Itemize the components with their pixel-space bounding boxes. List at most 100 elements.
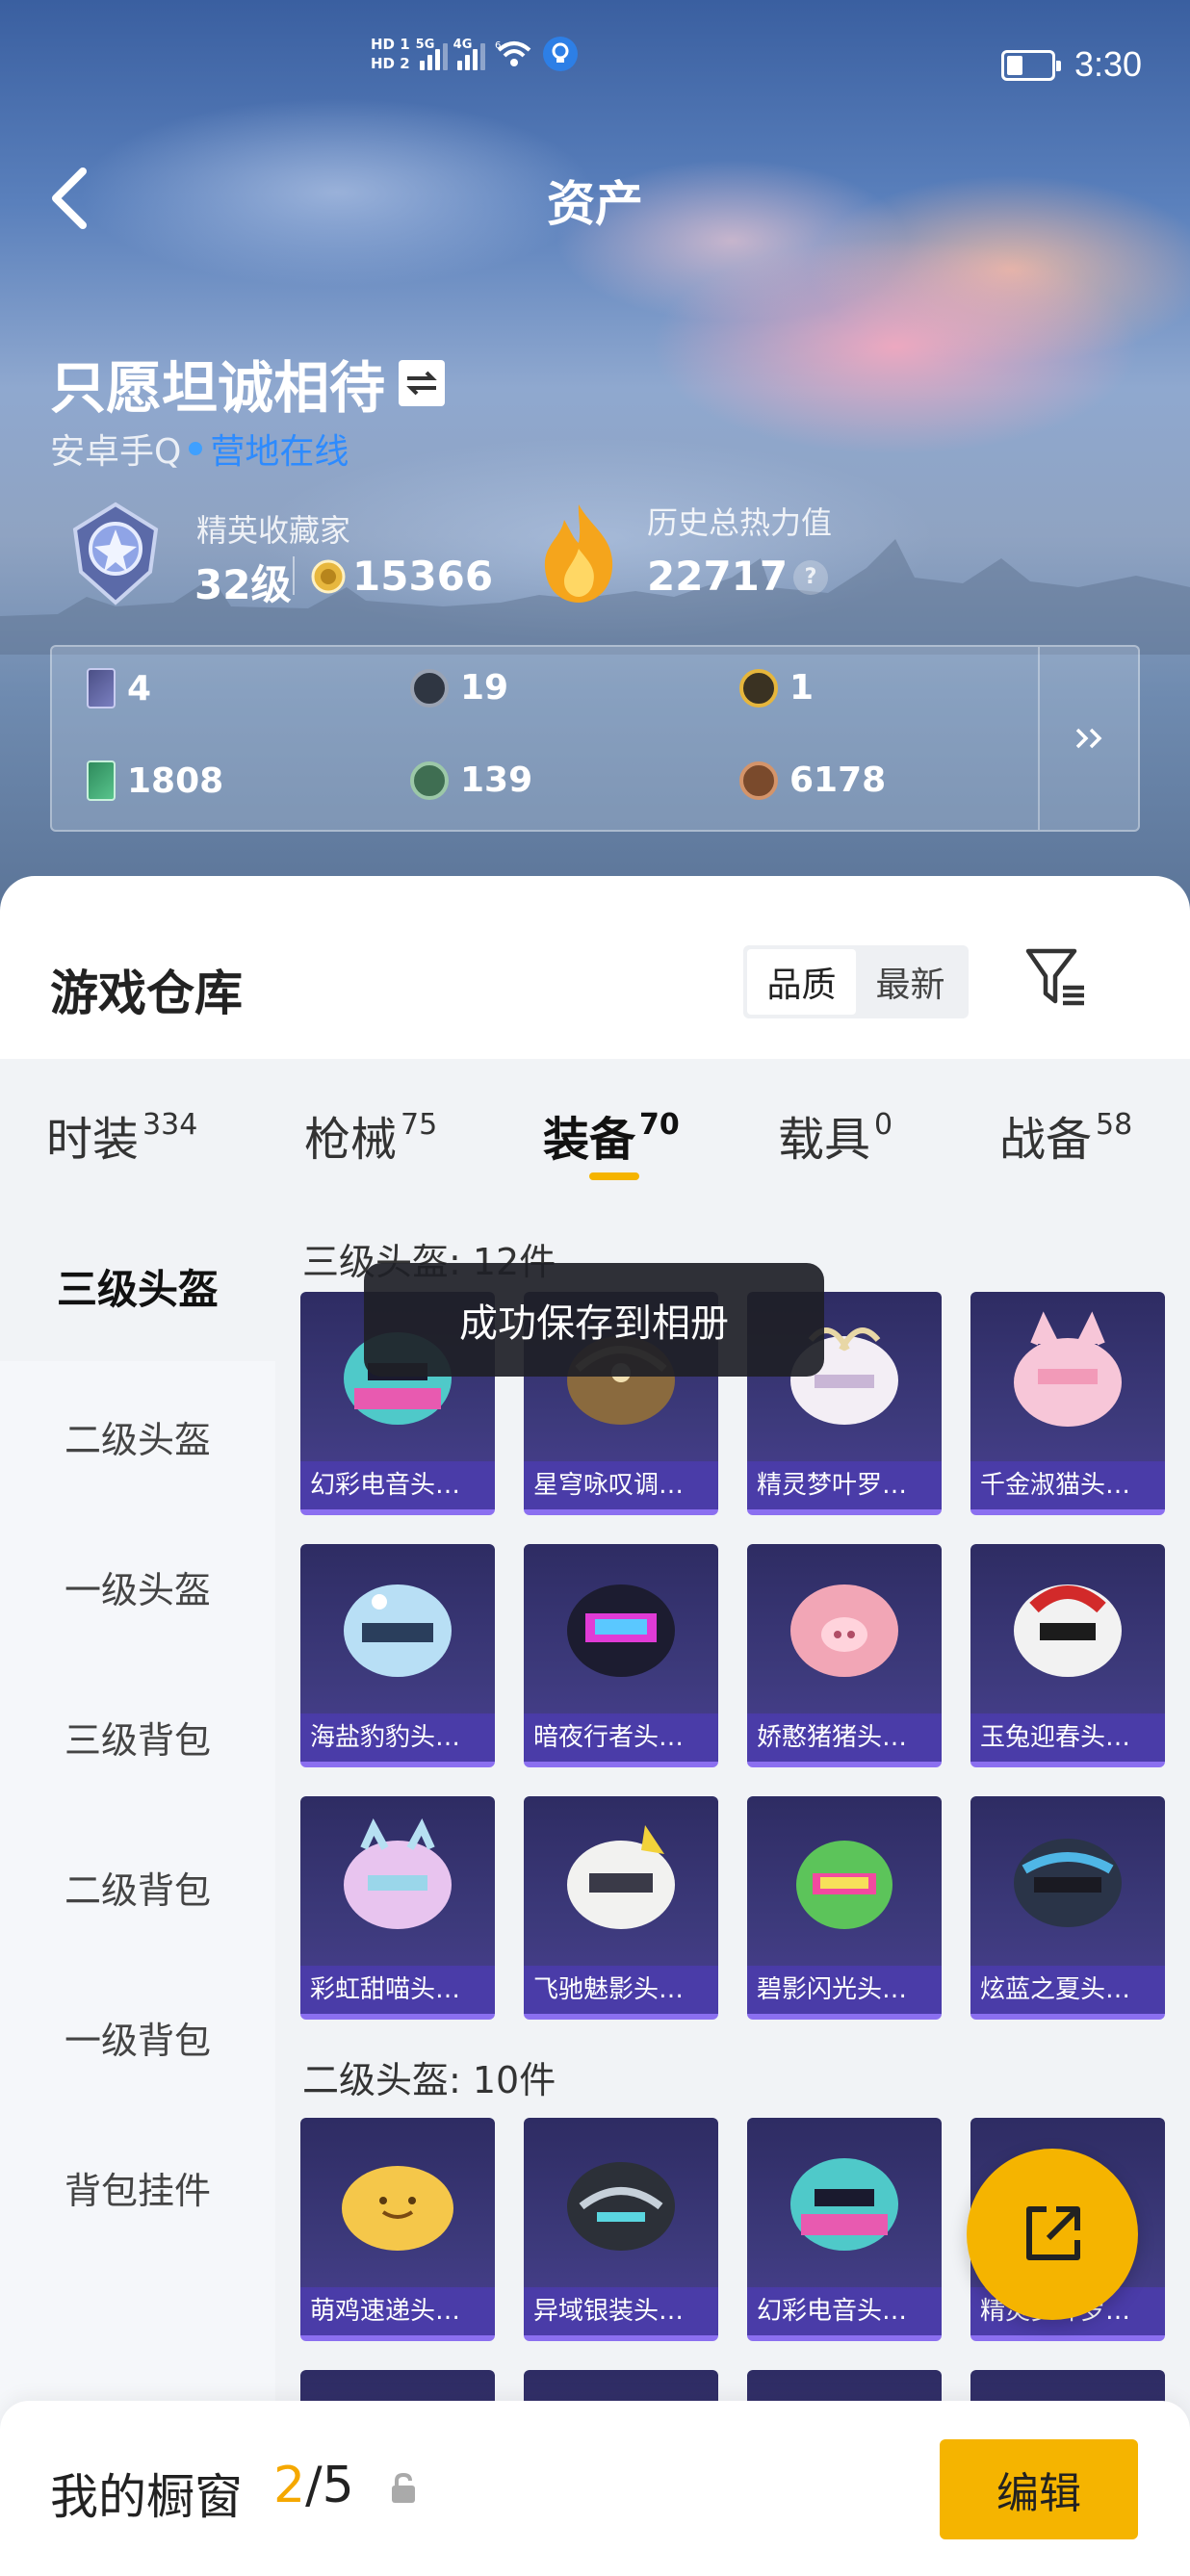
helmet-icon (790, 2158, 898, 2251)
stat-value: 4 (127, 668, 152, 708)
item-name: 萌鸡速递头… (300, 2287, 495, 2335)
sort-newest-button[interactable]: 最新 (856, 949, 965, 1015)
more-stats-button[interactable] (1040, 647, 1140, 830)
page-title: 资产 (547, 176, 643, 232)
stat-value: 6178 (789, 760, 887, 800)
silver-coin-icon (410, 668, 449, 708)
showcase-current: 2 (273, 2457, 306, 2514)
tab-count: 58 (1096, 1108, 1133, 1142)
helmet-icon (342, 2166, 453, 2251)
showcase-total: /5 (305, 2457, 354, 2514)
sidebar-item-level3-helmet[interactable]: 三级头盔 (0, 1211, 275, 1361)
rank-level: 32级 (194, 561, 292, 608)
toast-message: 成功保存到相册 (364, 1263, 824, 1377)
sub-category-sidebar: 三级头盔 二级头盔 一级头盔 三级背包 二级背包 一级背包 背包挂件 (0, 1211, 275, 2576)
helmet-icon (796, 1841, 892, 1929)
helmet-icon (1014, 1839, 1122, 1927)
rank-medal-icon (72, 502, 159, 605)
tab-label: 枪械 (304, 1113, 398, 1167)
tab-guns[interactable]: 枪械 75 (304, 1101, 437, 1169)
item-card[interactable]: 海盐豹豹头… (300, 1544, 495, 1767)
sort-quality-button[interactable]: 品质 (747, 949, 856, 1015)
double-chevron-right-icon (1075, 728, 1102, 749)
heat-value: 22717 (647, 553, 789, 600)
online-dot-icon (189, 442, 203, 455)
online-status: 营地在线 (210, 432, 349, 472)
item-card[interactable]: 炫蓝之夏头… (970, 1796, 1165, 2020)
category-tabs: 时装 334 枪械 75 装备 70 载具 0 战备 58 (0, 1059, 1190, 1211)
wifi-icon: 6 (495, 40, 530, 66)
tab-count: 75 (401, 1108, 438, 1142)
stat-value: 19 (460, 668, 509, 708)
ticket-icon (87, 760, 116, 801)
helmet-icon (344, 1818, 452, 1929)
item-name: 暗夜行者头… (524, 1713, 718, 1762)
battery-icon (1001, 50, 1061, 81)
item-card[interactable]: 暗夜行者头… (524, 1544, 718, 1767)
showcase-count: 2/5 (273, 2457, 354, 2514)
hd2-label: HD 2 (371, 55, 410, 72)
sidebar-item-backpack-charm[interactable]: 背包挂件 (0, 2112, 275, 2262)
tab-equipment[interactable]: 装备 70 (543, 1101, 680, 1169)
sidebar-item-level3-backpack[interactable]: 三级背包 (0, 1662, 275, 1812)
stat-gold: 1 (739, 668, 814, 708)
tab-count: 70 (639, 1108, 680, 1142)
helmet-icon (1014, 1584, 1122, 1677)
clock: 3:30 (1074, 44, 1143, 84)
tab-label: 时装 (46, 1113, 140, 1167)
svg-text:6: 6 (495, 40, 501, 51)
item-grid-area: 三级头盔: 12件 幻彩电音头… 星穹咏叹调… 精灵梦叶罗… 千金淑猫头… 海盐… (275, 1211, 1190, 2576)
edit-showcase-button[interactable]: 编辑 (940, 2439, 1138, 2539)
sidebar-item-level2-backpack[interactable]: 二级背包 (0, 1812, 275, 1962)
platform-status: 安卓手Q 营地在线 (50, 424, 349, 474)
helmet-icon (567, 1825, 675, 1929)
item-name: 海盐豹豹头… (300, 1713, 495, 1762)
tab-label: 装备 (543, 1113, 636, 1167)
item-card[interactable]: 娇憨猪猪头… (747, 1544, 942, 1767)
tab-supplies[interactable]: 战备 58 (999, 1101, 1132, 1169)
help-icon[interactable]: ? (793, 560, 828, 595)
sidebar-item-level1-helmet[interactable]: 一级头盔 (0, 1511, 275, 1662)
sidebar-item-level2-helmet[interactable]: 二级头盔 (0, 1361, 275, 1511)
lock-icon (392, 2472, 415, 2503)
switch-account-icon[interactable] (399, 360, 446, 406)
item-card[interactable]: 千金淑猫头… (970, 1292, 1165, 1515)
sig2-label: 4G (453, 38, 473, 52)
tab-vehicles[interactable]: 载具 0 (778, 1101, 892, 1169)
warehouse-title: 游戏仓库 (50, 966, 243, 1021)
bronze-token-icon (739, 760, 778, 800)
stat-value: 1 (789, 668, 815, 708)
item-card[interactable]: 幻彩电音头… (747, 2118, 942, 2341)
share-button[interactable] (967, 2149, 1138, 2320)
item-name: 幻彩电音头… (747, 2287, 942, 2335)
divider (293, 556, 295, 595)
share-icon (1026, 2206, 1080, 2260)
sidebar-item-level1-backpack[interactable]: 一级背包 (0, 1962, 275, 2112)
hd-indicator: HD 1 HD 2 (371, 37, 410, 71)
item-card[interactable]: 异域银装头… (524, 2118, 718, 2341)
heat-title: 历史总热力值 (647, 504, 833, 541)
item-name: 星穹咏叹调… (524, 1461, 718, 1509)
stat-bronze: 6178 (739, 760, 886, 800)
item-name: 飞驰魅影头… (524, 1966, 718, 2014)
item-card[interactable]: 玉兔迎春头… (970, 1544, 1165, 1767)
tab-count: 334 (142, 1108, 198, 1142)
section-title: 二级头盔: 10件 (302, 2059, 556, 2101)
bulb-icon (542, 37, 578, 71)
gold-medal-icon (739, 668, 778, 708)
item-name: 千金淑猫头… (970, 1461, 1165, 1509)
showcase-bar: 我的橱窗 2/5 编辑 (0, 2401, 1190, 2576)
item-card[interactable]: 萌鸡速递头… (300, 2118, 495, 2341)
tab-fashion[interactable]: 时装 334 (46, 1101, 197, 1169)
filter-icon[interactable] (1024, 943, 1090, 1011)
item-card[interactable]: 彩虹甜喵头… (300, 1796, 495, 2020)
warehouse-panel: 游戏仓库 品质 最新 时装 334 枪械 75 装备 70 载具 0 战备 58 三级头盔… (0, 876, 1190, 2576)
item-name: 精灵梦叶罗… (747, 1461, 942, 1509)
item-name: 异域银装头… (524, 2287, 718, 2335)
item-card[interactable]: 碧影闪光头… (747, 1796, 942, 2020)
green-token-icon (410, 760, 449, 800)
item-name: 娇憨猪猪头… (747, 1713, 942, 1762)
stat-value: 139 (460, 760, 533, 800)
stat-value: 1808 (127, 760, 224, 801)
item-card[interactable]: 飞驰魅影头… (524, 1796, 718, 2020)
